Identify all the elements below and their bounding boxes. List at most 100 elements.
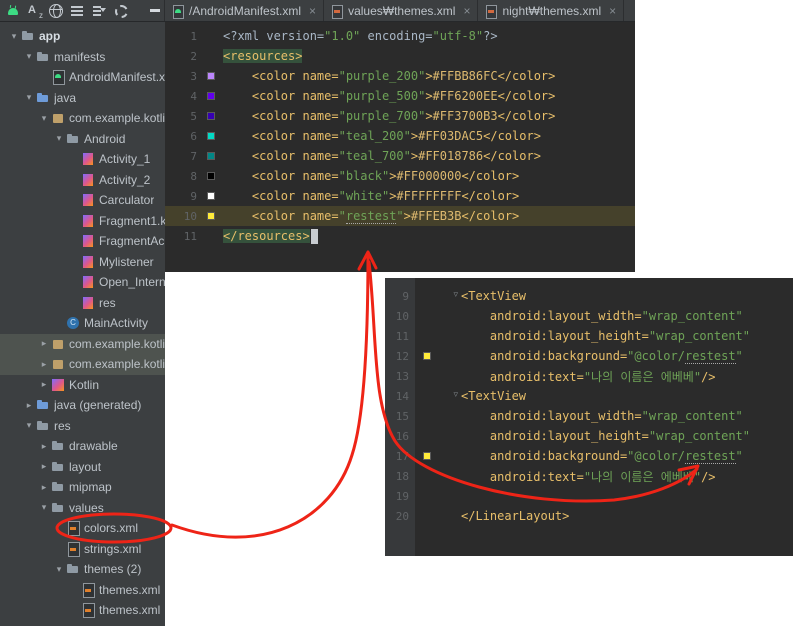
tree-item-activity-2[interactable]: Activity_2 bbox=[0, 170, 165, 191]
tree-item-androidmanifest-xml[interactable]: AndroidManifest.xml bbox=[0, 67, 165, 88]
chevron-icon[interactable]: ▸ bbox=[38, 359, 50, 370]
fold-icon[interactable]: ▿ bbox=[453, 389, 458, 400]
tab-close-icon[interactable]: × bbox=[309, 4, 316, 18]
editor-tab[interactable]: values₩themes.xml × bbox=[324, 0, 479, 21]
chevron-icon[interactable]: ▾ bbox=[23, 420, 35, 431]
code-line[interactable]: 11 android:layout_height="wrap_content" bbox=[385, 326, 793, 346]
tree-item-mainactivity[interactable]: MainActivity bbox=[0, 313, 165, 334]
color-swatch[interactable] bbox=[207, 92, 215, 100]
tree-item-kotlin[interactable]: ▸ Kotlin bbox=[0, 375, 165, 396]
code-line[interactable]: 9 ▿ <TextView bbox=[385, 286, 793, 306]
code-line[interactable]: 18 android:text="나의 이름은 에베베"/> bbox=[385, 466, 793, 486]
code-line[interactable]: 15 android:layout_width="wrap_content" bbox=[385, 406, 793, 426]
code-line[interactable]: 9 <color name="white">#FFFFFFFF</color> bbox=[165, 186, 635, 206]
tree-item-com-example-kotlin[interactable]: ▸ com.example.kotlin bbox=[0, 333, 165, 354]
code-line[interactable]: 20 </LinearLayout> bbox=[385, 506, 793, 526]
chevron-icon[interactable]: ▾ bbox=[23, 92, 35, 103]
color-swatch[interactable] bbox=[207, 152, 215, 160]
code-line[interactable]: 4 <color name="purple_500">#FF6200EE</co… bbox=[165, 86, 635, 106]
tree-item-themes-2[interactable]: ▾ themes (2) bbox=[0, 559, 165, 580]
translate-icon[interactable] bbox=[27, 3, 43, 20]
tree-item-java[interactable]: ▾ java bbox=[0, 88, 165, 109]
color-swatch[interactable] bbox=[207, 132, 215, 140]
chevron-icon[interactable]: ▸ bbox=[23, 400, 35, 411]
folder-icon bbox=[65, 561, 81, 577]
tree-item-carculator[interactable]: Carculator bbox=[0, 190, 165, 211]
code-line[interactable]: 8 <color name="black">#FF000000</color> bbox=[165, 166, 635, 186]
color-swatch[interactable] bbox=[207, 72, 215, 80]
code-text: android:layout_height="wrap_content" bbox=[461, 429, 750, 443]
code-line[interactable]: 7 <color name="teal_700">#FF018786</colo… bbox=[165, 146, 635, 166]
color-swatch[interactable] bbox=[207, 172, 215, 180]
sort-lines-icon[interactable] bbox=[91, 3, 107, 19]
tree-item-strings-xml[interactable]: strings.xml bbox=[0, 539, 165, 560]
layout-xml-editor[interactable]: 9 ▿ <TextView 10 android:layout_width="wrap… bbox=[385, 278, 793, 556]
tree-item-label: colors.xml bbox=[84, 521, 139, 536]
code-line[interactable]: 11 </resources> bbox=[165, 226, 635, 246]
chevron-icon[interactable]: ▾ bbox=[38, 113, 50, 124]
chevron-icon[interactable]: ▸ bbox=[38, 338, 50, 349]
tree-item-themes-xml[interactable]: themes.xml bbox=[0, 600, 165, 621]
tree-item-open-intern[interactable]: Open_Intern bbox=[0, 272, 165, 293]
gutter-swatch-slot bbox=[207, 192, 223, 200]
layout-code-area[interactable]: 9 ▿ <TextView 10 android:layout_width="wrap… bbox=[385, 278, 793, 526]
code-line[interactable]: 19 bbox=[385, 486, 793, 506]
code-line[interactable]: 13 android:text="나의 이름은 에베베"/> bbox=[385, 366, 793, 386]
color-swatch[interactable] bbox=[207, 112, 215, 120]
chevron-icon[interactable]: ▾ bbox=[53, 133, 65, 144]
editor-tab[interactable]: night₩themes.xml × bbox=[478, 0, 625, 21]
code-line[interactable]: 14 ▿ <TextView bbox=[385, 386, 793, 406]
tree-item-colors-xml[interactable]: colors.xml bbox=[0, 518, 165, 539]
code-line[interactable]: 3 <color name="purple_200">#FFBB86FC</co… bbox=[165, 66, 635, 86]
chevron-icon[interactable]: ▾ bbox=[8, 31, 20, 42]
tree-item-themes-xml[interactable]: themes.xml bbox=[0, 580, 165, 601]
tree-item-fragmentac[interactable]: FragmentAc bbox=[0, 231, 165, 252]
tab-close-icon[interactable]: × bbox=[609, 4, 616, 18]
editor-tab[interactable]: /AndroidManifest.xml × bbox=[165, 0, 325, 21]
chevron-icon[interactable]: ▾ bbox=[53, 564, 65, 575]
chevron-icon[interactable]: ▸ bbox=[38, 461, 50, 472]
code-line[interactable]: 10 android:layout_width="wrap_content" bbox=[385, 306, 793, 326]
fold-icon[interactable]: ▿ bbox=[453, 289, 458, 300]
gear-icon[interactable] bbox=[113, 3, 129, 19]
chevron-icon[interactable]: ▸ bbox=[38, 482, 50, 493]
tree-item-res[interactable]: ▾ res bbox=[0, 416, 165, 437]
tree-item-res-generated[interactable]: ▸res (generated) bbox=[0, 621, 165, 626]
tree-item-com-example-kotlin[interactable]: ▾ com.example.kotlin bbox=[0, 108, 165, 129]
tree-item-app[interactable]: ▾ app bbox=[0, 26, 165, 47]
chevron-icon[interactable]: ▾ bbox=[38, 502, 50, 513]
globe-icon[interactable] bbox=[49, 3, 63, 18]
color-swatch[interactable] bbox=[207, 192, 215, 200]
tree-item-mipmap[interactable]: ▸ mipmap bbox=[0, 477, 165, 498]
tree-item-layout[interactable]: ▸ layout bbox=[0, 457, 165, 478]
tab-close-icon[interactable]: × bbox=[463, 4, 470, 18]
tree-item-mylistener[interactable]: Mylistener bbox=[0, 252, 165, 273]
color-swatch[interactable] bbox=[207, 212, 215, 220]
tree-item-values[interactable]: ▾ values bbox=[0, 498, 165, 519]
tree-item-manifests[interactable]: ▾ manifests bbox=[0, 47, 165, 68]
code-line[interactable]: 16 android:layout_height="wrap_content" bbox=[385, 426, 793, 446]
tree-item-com-example-kotlin[interactable]: ▸ com.example.kotlin bbox=[0, 354, 165, 375]
tree-item-res[interactable]: res bbox=[0, 293, 165, 314]
code-line[interactable]: 1 <?xml version="1.0" encoding="utf-8"?> bbox=[165, 26, 635, 46]
chevron-icon[interactable]: ▾ bbox=[23, 51, 35, 62]
android-robot-icon[interactable] bbox=[5, 3, 21, 19]
color-swatch[interactable] bbox=[423, 352, 431, 360]
colors-xml-editor[interactable]: 1 <?xml version="1.0" encoding="utf-8"?> 2… bbox=[165, 22, 635, 272]
chevron-icon[interactable]: ▸ bbox=[38, 441, 50, 452]
align-lines-icon[interactable] bbox=[69, 3, 85, 19]
code-line[interactable]: 6 <color name="teal_200">#FF03DAC5</colo… bbox=[165, 126, 635, 146]
code-line[interactable]: 12 android:background="@color/restest" bbox=[385, 346, 793, 366]
tree-item-java-generated[interactable]: ▸ java (generated) bbox=[0, 395, 165, 416]
tree-item-fragment1-k[interactable]: Fragment1.k bbox=[0, 211, 165, 232]
tree-item-activity-1[interactable]: Activity_1 bbox=[0, 149, 165, 170]
code-line[interactable]: 5 <color name="purple_700">#FF3700B3</co… bbox=[165, 106, 635, 126]
editor-code-area[interactable]: 1 <?xml version="1.0" encoding="utf-8"?> 2… bbox=[165, 22, 635, 246]
chevron-icon[interactable]: ▸ bbox=[38, 379, 50, 390]
color-swatch[interactable] bbox=[423, 452, 431, 460]
code-line[interactable]: 17 android:background="@color/restest" bbox=[385, 446, 793, 466]
tree-item-android[interactable]: ▾ Android bbox=[0, 129, 165, 150]
code-line[interactable]: 10 <color name="restest">#FFEB3B</color> bbox=[165, 206, 635, 226]
tree-item-drawable[interactable]: ▸ drawable bbox=[0, 436, 165, 457]
code-line[interactable]: 2 <resources> bbox=[165, 46, 635, 66]
